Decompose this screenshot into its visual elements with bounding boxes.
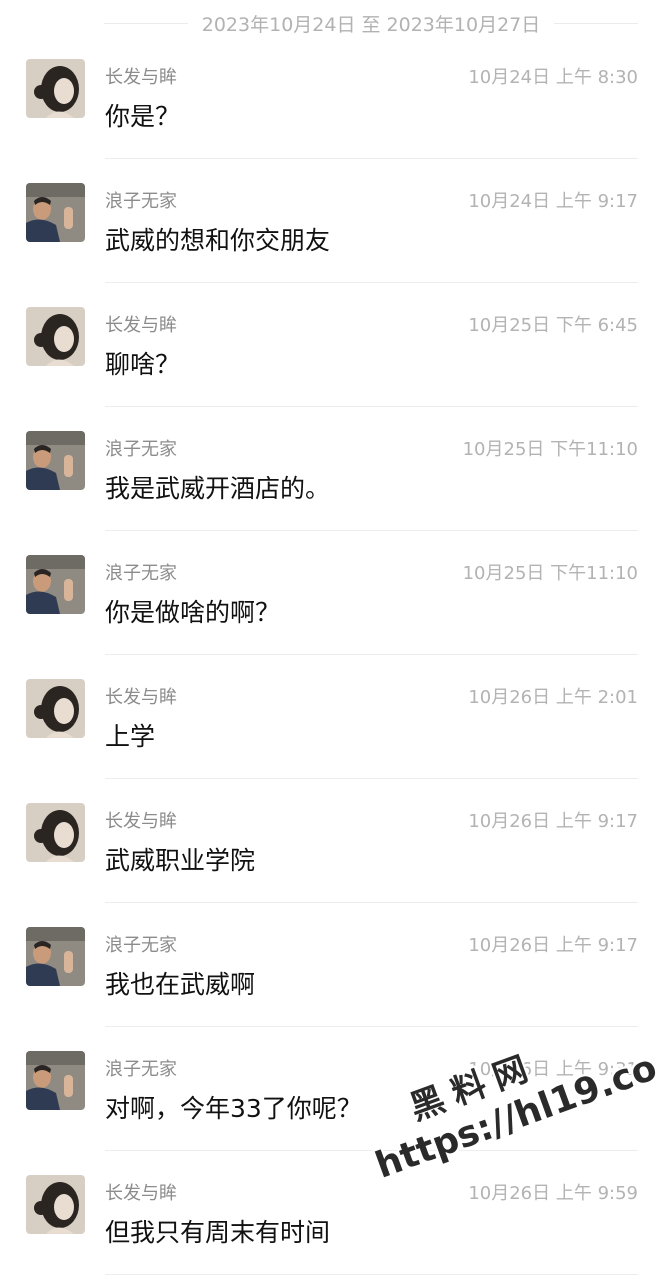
sender-name: 浪子无家 (105, 563, 177, 584)
message-list[interactable]: 长发与眸 10月24日 上午 8:30 你是？ 浪子无家 10月24日 上午 9:17 武… (0, 35, 664, 1275)
message-time: 10月24日 上午 9:17 (468, 191, 638, 212)
divider-line-right (554, 22, 638, 24)
message-item[interactable]: 浪子无家 10月25日 下午11:10 我是武威开酒店的。 (0, 407, 664, 531)
message-item[interactable]: 浪子无家 10月25日 下午11:10 你是做啥的啊？ (0, 531, 664, 655)
message-item[interactable]: 长发与眸 10月25日 下午 6:45 聊啥？ (0, 283, 664, 407)
male-avatar-image (26, 1051, 85, 1110)
date-range-text: 2023年10月24日 至 2023年10月27日 (201, 13, 541, 36)
message-text: 但我只有周末有时间 (105, 1218, 331, 1247)
message-time: 10月26日 上午 2:01 (468, 687, 638, 708)
message-item[interactable]: 长发与眸 10月24日 上午 8:30 你是？ (0, 35, 664, 159)
message-text: 你是？ (105, 102, 181, 131)
avatar[interactable] (26, 555, 85, 614)
avatar[interactable] (26, 183, 85, 242)
message-time: 10月25日 下午11:10 (462, 563, 638, 584)
message-item[interactable]: 长发与眸 10月26日 上午 2:01 上学 (0, 655, 664, 779)
message-item[interactable]: 长发与眸 10月26日 上午 9:59 但我只有周末有时间 (0, 1151, 664, 1275)
avatar[interactable] (26, 1051, 85, 1110)
message-item[interactable]: 浪子无家 10月24日 上午 9:17 武威的想和你交朋友 (0, 159, 664, 283)
male-avatar-image (26, 183, 85, 242)
message-text: 我是武威开酒店的。 (105, 474, 331, 503)
message-time: 10月25日 下午 6:45 (468, 315, 638, 336)
avatar[interactable] (26, 431, 85, 490)
message-text: 聊啥？ (105, 350, 181, 379)
message-text: 上学 (105, 722, 156, 751)
avatar[interactable] (26, 307, 85, 366)
male-avatar-image (26, 431, 85, 490)
sender-name: 浪子无家 (105, 191, 177, 212)
message-time: 10月25日 下午11:10 (462, 439, 638, 460)
row-divider (105, 1274, 638, 1275)
message-time: 10月24日 上午 8:30 (468, 67, 638, 88)
avatar[interactable] (26, 1175, 85, 1234)
message-time: 10月26日 上午 9:59 (468, 1183, 638, 1204)
sender-name: 长发与眸 (105, 315, 177, 336)
male-avatar-image (26, 927, 85, 986)
sender-name: 浪子无家 (105, 439, 177, 460)
avatar[interactable] (26, 679, 85, 738)
message-time: 10月26日 上午 9:31 (468, 1059, 638, 1080)
avatar[interactable] (26, 803, 85, 862)
avatar[interactable] (26, 59, 85, 118)
divider-line-left (104, 22, 188, 24)
message-text: 我也在武威啊 (105, 970, 256, 999)
sender-name: 长发与眸 (105, 811, 177, 832)
message-item[interactable]: 长发与眸 10月26日 上午 9:17 武威职业学院 (0, 779, 664, 903)
message-time: 10月26日 上午 9:17 (468, 935, 638, 956)
female-avatar-image (26, 803, 85, 862)
message-text: 你是做啥的啊？ (105, 598, 281, 627)
message-text: 对啊，今年33了你呢？ (105, 1094, 362, 1123)
female-avatar-image (26, 679, 85, 738)
message-text: 武威职业学院 (105, 846, 256, 875)
sender-name: 长发与眸 (105, 67, 177, 88)
sender-name: 长发与眸 (105, 1183, 177, 1204)
sender-name: 长发与眸 (105, 687, 177, 708)
avatar[interactable] (26, 927, 85, 986)
message-time: 10月26日 上午 9:17 (468, 811, 638, 832)
female-avatar-image (26, 307, 85, 366)
sender-name: 浪子无家 (105, 935, 177, 956)
female-avatar-image (26, 59, 85, 118)
male-avatar-image (26, 555, 85, 614)
female-avatar-image (26, 1175, 85, 1234)
message-item[interactable]: 浪子无家 10月26日 上午 9:31 对啊，今年33了你呢？ (0, 1027, 664, 1151)
message-item[interactable]: 浪子无家 10月26日 上午 9:17 我也在武威啊 (0, 903, 664, 1027)
sender-name: 浪子无家 (105, 1059, 177, 1080)
message-text: 武威的想和你交朋友 (105, 226, 331, 255)
